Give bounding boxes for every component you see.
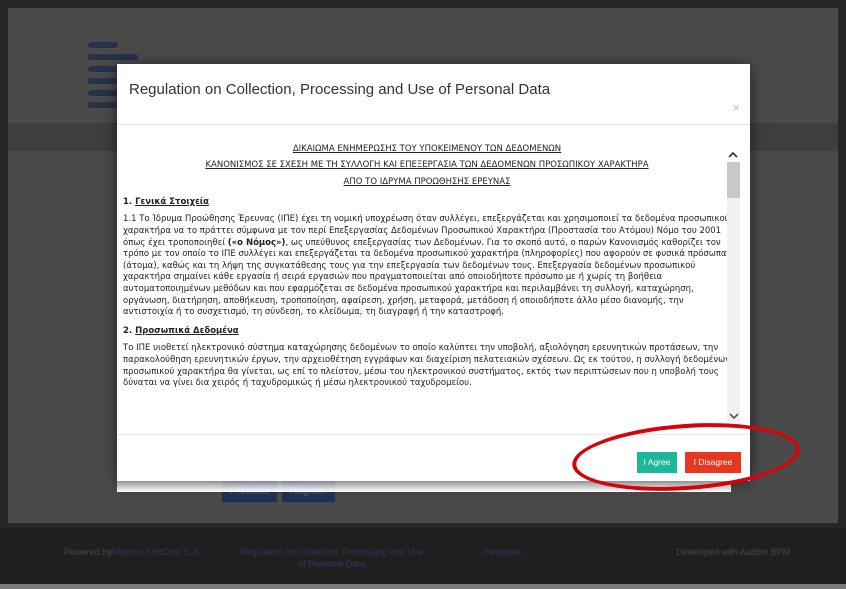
- page-footer: Powered by Albatros SoftCorp S.A. Regula…: [0, 528, 846, 584]
- document-heading-3: ΑΠΟ ΤΟ ΙΔΡΥΜΑ ΠΡΟΩΘΗΣΗΣ ΕΡΕΥΝΑΣ: [343, 177, 511, 188]
- footer-helpdesk-link[interactable]: Helpdesk: [484, 547, 522, 557]
- modal-header: Regulation on Collection, Processing and…: [117, 64, 750, 125]
- section-1-text-bold: («ο Νόμος»): [227, 237, 286, 248]
- disagree-button[interactable]: I Disagree: [685, 452, 741, 473]
- section-1-text-b: , ως υπεύθυνος επεξεργασίας των Δεδομένω…: [123, 237, 727, 318]
- modal-scrollbar-thumb[interactable]: [727, 162, 740, 198]
- modal-footer: I Agree I Disagree: [117, 434, 750, 481]
- footer-developed-text: Developed with Auditor BPM: [676, 547, 791, 557]
- section-2-paragraph: Το ΙΠΕ υιοθετεί ηλεκτρονικό σύστημα κατα…: [123, 343, 730, 389]
- agree-button[interactable]: I Agree: [637, 452, 677, 473]
- document-heading-2: ΚΑΝΟΝΙΣΜΟΣ ΣΕ ΣΧΕΣΗ ΜΕ ΤΗ ΣΥΛΛΟΓΗ ΚΑΙ ΕΠ…: [205, 159, 649, 170]
- document-heading-1: ΔΙΚΑΙΩΜΑ ΕΝΗΜΕΡΩΣΗΣ ΤΟΥ ΥΠΟΚΕΙΜΕΝΟΥ ΤΩΝ …: [292, 144, 562, 154]
- section-2-title: Προσωπικά Δεδομένα: [135, 325, 239, 336]
- section-2-number: 2.: [123, 325, 133, 336]
- chevron-up-icon[interactable]: [728, 151, 738, 161]
- footer-powered-prefix: Powered by: [64, 547, 112, 557]
- section-1-number: 1.: [123, 196, 133, 207]
- close-icon[interactable]: ×: [732, 100, 740, 115]
- bottom-strip: [0, 584, 846, 589]
- section-1-heading: 1. Γενικά Στοιχεία: [123, 197, 731, 209]
- footer-regulation-link-2[interactable]: of Personal Data: [298, 559, 365, 569]
- modal-title: Regulation on Collection, Processing and…: [129, 81, 551, 98]
- section-1-title: Γενικά Στοιχεία: [135, 196, 209, 207]
- footer-regulation-link[interactable]: Regulation on Collection, Processing and…: [240, 547, 423, 557]
- regulation-document: ΔΙΚΑΙΩΜΑ ΕΝΗΜΕΡΩΣΗΣ ΤΟΥ ΥΠΟΚΕΙΜΕΝΟΥ ΤΩΝ …: [123, 144, 731, 390]
- section-2-heading: 2. Προσωπικά Δεδομένα: [123, 326, 731, 338]
- regulation-modal: Regulation on Collection, Processing and…: [117, 64, 750, 492]
- footer-company-link[interactable]: Albatros SoftCorp S.A.: [110, 547, 201, 557]
- chevron-down-icon[interactable]: [729, 412, 739, 423]
- section-1-paragraph: 1.1 Το Ίδρυμα Προώθησης Έρευνας (ΙΠΕ) έχ…: [123, 214, 731, 318]
- modal-scrollbar-track[interactable]: [727, 162, 740, 422]
